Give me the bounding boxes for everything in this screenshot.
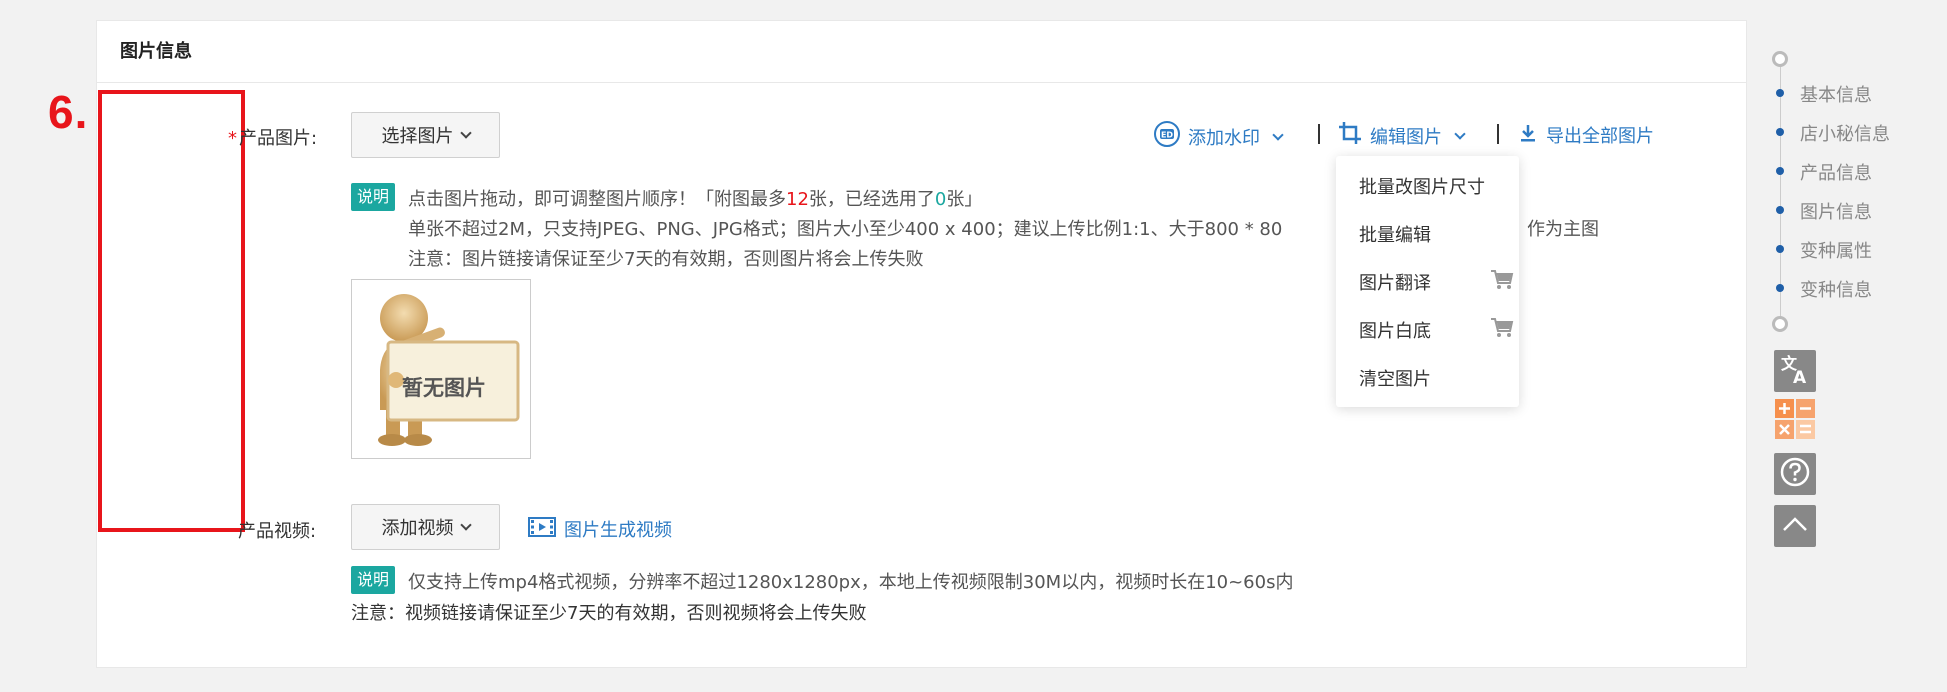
- product-images-label: * 产品图片:: [228, 124, 317, 150]
- calculator-icon: [1774, 398, 1816, 445]
- chevron-down-icon: [459, 519, 472, 531]
- used-images-count: 0: [934, 189, 947, 210]
- step-annotation: 6.: [48, 86, 89, 138]
- panel-header: 图片信息: [97, 21, 1746, 83]
- svg-text:A: A: [1793, 368, 1807, 386]
- placeholder-person-icon: [378, 294, 520, 446]
- download-icon: [1518, 123, 1538, 148]
- edit-images-label: 编辑图片: [1370, 126, 1442, 148]
- product-video-label: 产品视频:: [238, 521, 317, 542]
- nav-dot: [1776, 167, 1784, 175]
- edit-images-dropdown: 批量改图片尺寸 批量编辑 图片翻译 图片白底 清空图片: [1336, 156, 1519, 407]
- chevron-down-icon: [459, 127, 472, 139]
- cart-icon: [1490, 269, 1514, 296]
- export-all-images-label: 导出全部图片: [1546, 126, 1654, 147]
- generate-video-link[interactable]: 图片生成视频: [528, 516, 672, 542]
- menu-item-label: 图片白底: [1359, 321, 1431, 342]
- export-all-images-button[interactable]: 导出全部图片: [1518, 122, 1654, 148]
- chevron-down-icon: [1272, 128, 1284, 141]
- nav-item-store-info[interactable]: 店小秘信息: [1800, 120, 1890, 146]
- help-tool-button[interactable]: [1774, 453, 1816, 495]
- image-note-line1: 点击图片拖动，即可调整图片顺序！「附图最多12张，已经选用了0张」: [408, 185, 982, 211]
- chevron-up-icon: [1782, 515, 1808, 538]
- generate-video-label: 图片生成视频: [564, 520, 672, 541]
- action-separator: [1497, 124, 1499, 144]
- menu-item-image-translate[interactable]: 图片翻译: [1359, 269, 1514, 295]
- note-tag: 说明: [351, 566, 396, 594]
- note-tag: 说明: [351, 183, 396, 211]
- nav-item-basic-info[interactable]: 基本信息: [1800, 81, 1872, 107]
- nav-item-image-info[interactable]: 图片信息: [1800, 198, 1872, 224]
- select-images-button[interactable]: 选择图片: [351, 112, 500, 158]
- panel-title: 图片信息: [120, 41, 192, 62]
- add-video-label: 添加视频: [381, 518, 454, 539]
- translate-icon: 文A: [1778, 352, 1812, 391]
- nav-item-variant-attributes[interactable]: 变种属性: [1800, 237, 1872, 263]
- image-note-line2-tail: 作为主图: [1527, 219, 1599, 240]
- chevron-down-icon: [1454, 127, 1466, 140]
- action-separator: [1318, 124, 1320, 144]
- nav-dot: [1776, 89, 1784, 97]
- menu-item-clear-images[interactable]: 清空图片: [1359, 365, 1431, 391]
- image-note-line2: 单张不超过2M，只支持JPEG、PNG、JPG格式；图片大小至少400 x 40…: [408, 219, 1283, 240]
- edit-images-button[interactable]: 编辑图片: [1338, 121, 1466, 150]
- watermark-icon: ED: [1154, 121, 1180, 152]
- menu-item-batch-edit[interactable]: 批量编辑: [1359, 221, 1431, 247]
- menu-item-batch-resize[interactable]: 批量改图片尺寸: [1359, 173, 1485, 199]
- svg-text:ED: ED: [1161, 131, 1173, 140]
- note-text: 张，已经选用了: [808, 189, 935, 210]
- nav-end-ring: [1772, 316, 1788, 332]
- image-note-line3: 注意：图片链接请保证至少7天的有效期，否则图片将会上传失败: [408, 249, 924, 270]
- nav-dot: [1776, 206, 1784, 214]
- nav-dot: [1776, 284, 1784, 292]
- film-icon: [528, 516, 556, 542]
- placeholder-text: 暂无图片: [402, 376, 486, 400]
- back-to-top-button[interactable]: [1774, 505, 1816, 547]
- cart-icon: [1490, 317, 1514, 344]
- max-images-count: 12: [786, 189, 809, 210]
- video-note-line1: 仅支持上传mp4格式视频，分辨率不超过1280x1280px，本地上传视频限制3…: [408, 572, 1294, 593]
- crop-icon: [1338, 121, 1362, 150]
- translate-tool-button[interactable]: 文A: [1774, 350, 1816, 392]
- nav-dot: [1776, 245, 1784, 253]
- note-text: 张」: [946, 189, 983, 210]
- select-images-label: 选择图片: [381, 126, 454, 147]
- nav-start-ring: [1772, 51, 1788, 67]
- required-mark: *: [228, 128, 237, 149]
- help-icon: [1779, 456, 1811, 493]
- menu-item-white-background[interactable]: 图片白底: [1359, 317, 1514, 343]
- menu-item-label: 图片翻译: [1359, 273, 1431, 294]
- note-text: 点击图片拖动，即可调整图片顺序！「附图最多: [408, 189, 786, 210]
- product-images-label-text: 产品图片:: [239, 128, 318, 149]
- annotation-highlight-box: [98, 90, 245, 532]
- add-watermark-button[interactable]: ED 添加水印: [1154, 121, 1284, 152]
- add-video-button[interactable]: 添加视频: [351, 504, 500, 550]
- no-image-placeholder[interactable]: 暂无图片: [351, 279, 531, 459]
- nav-item-variant-info[interactable]: 变种信息: [1800, 276, 1872, 302]
- video-note-line2: 注意：视频链接请保证至少7天的有效期，否则视频将会上传失败: [351, 603, 867, 624]
- nav-item-product-info[interactable]: 产品信息: [1800, 159, 1872, 185]
- nav-dot: [1776, 128, 1784, 136]
- add-watermark-label: 添加水印: [1188, 127, 1260, 149]
- calculator-tool-button[interactable]: [1774, 398, 1816, 445]
